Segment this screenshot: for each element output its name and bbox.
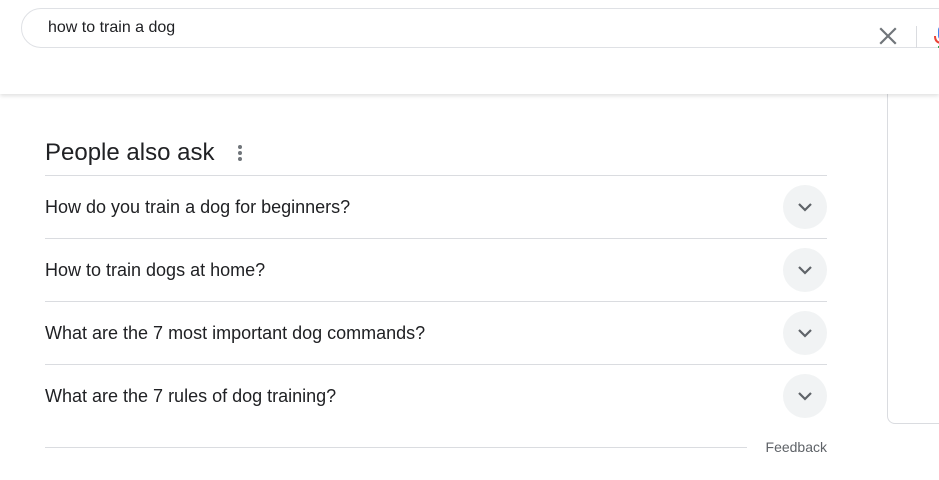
search-input[interactable] [46, 18, 750, 38]
chevron-down-icon[interactable] [783, 248, 827, 292]
more-vert-icon[interactable] [230, 141, 250, 165]
paa-question-1[interactable]: How do you train a dog for beginners? [45, 176, 827, 239]
right-side-panel [887, 60, 939, 424]
search-divider [916, 26, 917, 48]
paa-footer: Feedback [45, 437, 827, 461]
feedback-link[interactable]: Feedback [766, 439, 827, 455]
chevron-down-icon[interactable] [783, 374, 827, 418]
close-icon[interactable] [877, 25, 899, 47]
paa-question-text: How to train dogs at home? [45, 259, 266, 280]
microphone-icon[interactable] [932, 25, 939, 49]
people-also-ask-section: People also ask How do you train a dog f… [45, 130, 827, 461]
paa-question-text: How do you train a dog for beginners? [45, 196, 351, 217]
paa-question-text: What are the 7 most important dog comman… [45, 322, 426, 343]
paa-header: People also ask [45, 130, 827, 176]
paa-title: People also ask [45, 138, 215, 166]
footer-divider [45, 447, 747, 448]
paa-question-text: What are the 7 rules of dog training? [45, 385, 337, 406]
chevron-down-icon[interactable] [783, 311, 827, 355]
paa-question-2[interactable]: How to train dogs at home? [45, 239, 827, 302]
search-box[interactable] [21, 8, 939, 48]
chevron-down-icon[interactable] [783, 185, 827, 229]
paa-question-4[interactable]: What are the 7 rules of dog training? [45, 365, 827, 427]
paa-question-3[interactable]: What are the 7 most important dog comman… [45, 302, 827, 365]
search-header [0, 0, 939, 94]
